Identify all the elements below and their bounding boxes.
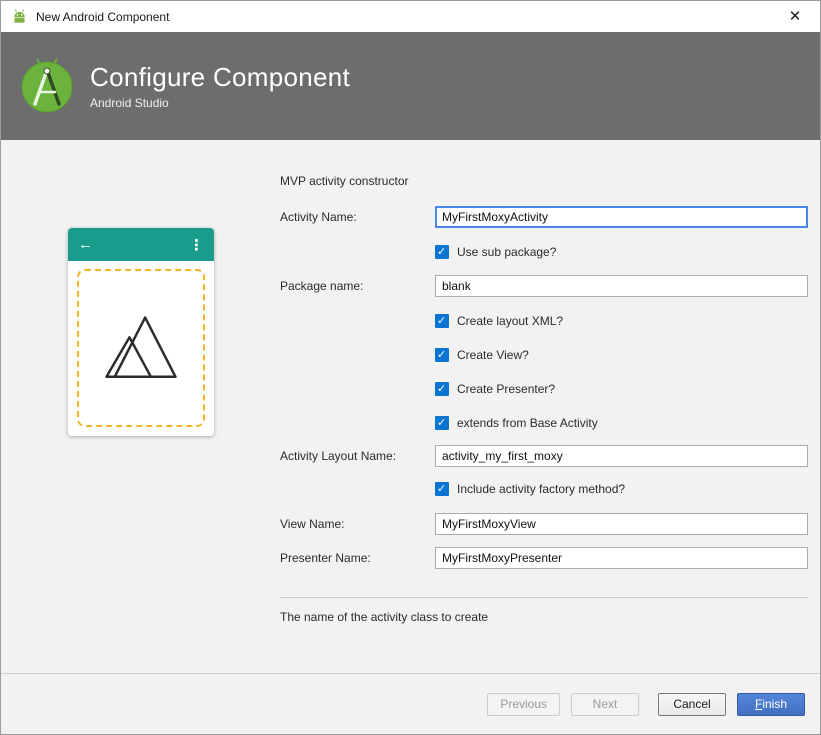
header-text: Configure Component Android Studio: [90, 62, 350, 110]
component-form: MVP activity constructor Activity Name: …: [280, 140, 808, 624]
extends-base-activity-label: extends from Base Activity: [457, 416, 598, 430]
preview-dashed-area: [77, 269, 205, 427]
back-arrow-icon: ←: [78, 236, 93, 253]
create-view-checkbox[interactable]: Create View?: [435, 347, 808, 363]
finish-button-label: Finish: [754, 697, 788, 711]
section-label: MVP activity constructor: [280, 174, 409, 188]
activity-name-row: Activity Name:: [280, 206, 808, 228]
android-studio-logo: [21, 58, 73, 113]
include-factory-method-label: Include activity factory method?: [457, 482, 626, 496]
activity-layout-name-input[interactable]: [435, 445, 808, 467]
package-name-input[interactable]: [435, 275, 808, 297]
view-name-row: View Name:: [280, 513, 808, 535]
create-layout-xml-checkbox[interactable]: Create layout XML?: [435, 313, 808, 329]
checkbox-icon[interactable]: [435, 348, 449, 362]
activity-layout-name-row: Activity Layout Name:: [280, 445, 808, 467]
use-sub-package-label: Use sub package?: [457, 245, 557, 259]
checkbox-icon[interactable]: [435, 482, 449, 496]
create-layout-xml-label: Create layout XML?: [457, 314, 564, 328]
moxy-triangles-logo: [105, 316, 177, 379]
package-name-label: Package name:: [280, 279, 364, 293]
overflow-menu-icon: ⋮: [189, 236, 204, 254]
activity-preview-card: ← ⋮: [68, 228, 214, 436]
view-name-input[interactable]: [435, 513, 808, 535]
wizard-header: Configure Component Android Studio: [1, 32, 820, 140]
checkbox-icon[interactable]: [435, 245, 449, 259]
extends-base-activity-checkbox[interactable]: extends from Base Activity: [435, 415, 808, 431]
presenter-name-label: Presenter Name:: [280, 551, 371, 565]
create-presenter-checkbox[interactable]: Create Presenter?: [435, 381, 808, 397]
dialog-button-bar: Previous Next Cancel Finish: [1, 673, 820, 734]
include-factory-method-checkbox[interactable]: Include activity factory method?: [435, 481, 808, 497]
new-android-component-dialog: New Android Component ✕ Configure Compon…: [0, 0, 821, 735]
checkbox-icon[interactable]: [435, 314, 449, 328]
activity-layout-name-label: Activity Layout Name:: [280, 449, 397, 463]
wizard-content: ← ⋮ MVP activity constructor Activity Na…: [1, 140, 820, 673]
view-name-label: View Name:: [280, 517, 345, 531]
preview-appbar: ← ⋮: [68, 228, 214, 261]
next-button[interactable]: Next: [571, 692, 639, 716]
presenter-name-input[interactable]: [435, 547, 808, 569]
form-separator: [280, 597, 808, 598]
close-button[interactable]: ✕: [780, 4, 810, 30]
package-name-row: Package name:: [280, 275, 808, 297]
finish-button[interactable]: Finish: [737, 692, 805, 716]
previous-button[interactable]: Previous: [487, 692, 560, 716]
checkbox-icon[interactable]: [435, 382, 449, 396]
create-view-label: Create View?: [457, 348, 529, 362]
cancel-button[interactable]: Cancel: [658, 692, 726, 716]
activity-name-label: Activity Name:: [280, 210, 357, 224]
presenter-name-row: Presenter Name:: [280, 547, 808, 569]
use-sub-package-checkbox[interactable]: Use sub package?: [435, 244, 808, 260]
window-title: New Android Component: [36, 9, 170, 24]
create-presenter-label: Create Presenter?: [457, 382, 556, 396]
wizard-subtitle: Android Studio: [90, 96, 169, 110]
title-bar: New Android Component ✕: [1, 1, 820, 32]
checkbox-icon[interactable]: [435, 416, 449, 430]
activity-name-input[interactable]: [435, 206, 808, 228]
android-icon: [14, 9, 25, 23]
wizard-title: Configure Component: [90, 62, 351, 92]
help-text: The name of the activity class to create: [280, 610, 489, 624]
